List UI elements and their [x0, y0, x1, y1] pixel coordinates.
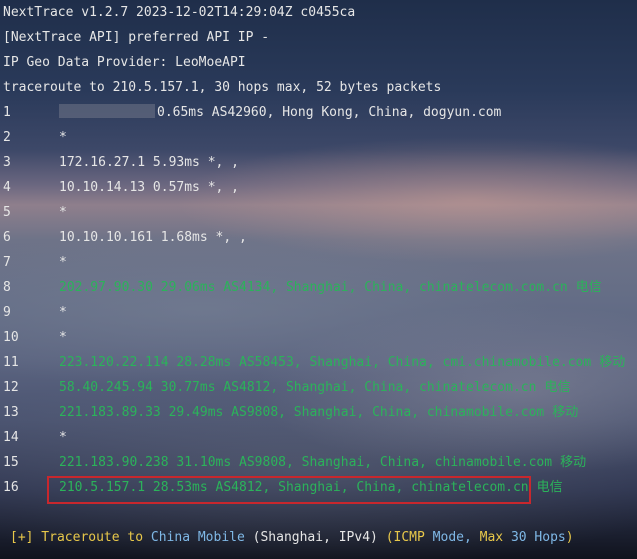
hop-row: 14 *	[3, 429, 623, 447]
hop-number: 13	[3, 405, 19, 420]
hop-row: 1 0.65ms AS42960, Hong Kong, China, dogyu…	[3, 104, 623, 122]
summary-max: Max	[471, 530, 511, 545]
trace-summary-line: [+] Traceroute to China Mobile (Shanghai…	[10, 529, 574, 547]
hop-info: 172.16.27.1 5.93ms *, ,	[59, 155, 240, 170]
hop-detail: 221.183.90.238 31.10ms AS9808, Shanghai,…	[59, 454, 586, 472]
hop-info: *	[59, 430, 67, 445]
hop-info: *	[59, 205, 67, 220]
hop-number: 7	[3, 255, 11, 270]
hop-number: 16	[3, 480, 19, 495]
summary-mode-open: (ICMP	[385, 530, 433, 545]
carrier-label: 电信	[536, 480, 563, 495]
hop-row: 8 202.97.90.30 29.06ms AS4134, Shanghai, …	[3, 279, 623, 297]
summary-mode-word: Mode,	[432, 530, 472, 545]
hop-info: 10.10.14.13 0.57ms *, ,	[59, 180, 240, 195]
hop-detail: 10.10.10.161 1.68ms *, ,	[59, 229, 247, 247]
hop-row: 9 *	[3, 304, 623, 322]
hop-detail: 223.120.22.114 28.28ms AS58453, Shanghai…	[59, 354, 625, 372]
hop-row: 6 10.10.10.161 1.68ms *, ,	[3, 229, 623, 247]
redacted-ip-mask	[59, 104, 155, 118]
hop-detail: 10.10.14.13 0.57ms *, ,	[59, 179, 239, 197]
carrier-label: 移动	[599, 355, 626, 370]
traceroute-line: traceroute to 210.5.157.1, 30 hops max, …	[3, 80, 442, 95]
summary-text: Traceroute to	[33, 530, 151, 545]
hop-detail: 202.97.90.30 29.06ms AS4134, Shanghai, C…	[59, 279, 602, 297]
hop-info: 221.183.89.33 29.49ms AS9808, Shanghai, …	[59, 405, 545, 420]
carrier-label: 移动	[552, 405, 579, 420]
hop-row: 10 *	[3, 329, 623, 347]
hop-detail: *	[59, 204, 67, 222]
hop-number: 1	[3, 105, 11, 120]
hop-info: *	[59, 305, 67, 320]
summary-prefix: [+]	[10, 530, 34, 545]
hop-number: 3	[3, 155, 11, 170]
summary-close: )	[565, 530, 574, 545]
hop-row: 2 *	[3, 129, 623, 147]
version-line: NextTrace v1.2.7 2023-12-02T14:29:04Z c0…	[3, 5, 356, 20]
api-line: [NextTrace API] preferred API IP -	[3, 30, 270, 45]
hop-detail: 221.183.89.33 29.49ms AS9808, Shanghai, …	[59, 404, 578, 422]
geo-provider-line: IP Geo Data Provider: LeoMoeAPI	[3, 55, 246, 70]
hop-number: 15	[3, 455, 19, 470]
hop-row: 4 10.10.14.13 0.57ms *, ,	[3, 179, 623, 197]
hop-info: *	[59, 255, 67, 270]
hop-info: 221.183.90.238 31.10ms AS9808, Shanghai,…	[59, 455, 553, 470]
hop-info: 10.10.10.161 1.68ms *, ,	[59, 230, 247, 245]
hop-number: 5	[3, 205, 11, 220]
hop-row: 5 *	[3, 204, 623, 222]
hop-info: 202.97.90.30 29.06ms AS4134, Shanghai, C…	[59, 280, 568, 295]
hop-info: 0.65ms AS42960, Hong Kong, China, dogyun…	[157, 105, 502, 120]
hop-number: 4	[3, 180, 11, 195]
hop-number: 14	[3, 430, 19, 445]
hop-number: 2	[3, 130, 11, 145]
hop-detail: *	[59, 129, 67, 147]
summary-location: (Shanghai, IPv4)	[244, 530, 386, 545]
hop-detail: 58.40.245.94 30.77ms AS4812, Shanghai, C…	[59, 379, 570, 397]
highlight-box-final-hop	[47, 476, 531, 504]
hop-detail: 0.65ms AS42960, Hong Kong, China, dogyun…	[59, 104, 501, 122]
hop-detail: *	[59, 304, 67, 322]
carrier-label: 移动	[560, 455, 587, 470]
hop-detail: *	[59, 254, 67, 272]
hop-row: 11 223.120.22.114 28.28ms AS58453, Shangh…	[3, 354, 625, 372]
hop-number: 8	[3, 280, 11, 295]
terminal-window: NextTrace v1.2.7 2023-12-02T14:29:04Z c0…	[0, 0, 637, 559]
hop-info: 58.40.245.94 30.77ms AS4812, Shanghai, C…	[59, 380, 537, 395]
hop-row: 13 221.183.89.33 29.49ms AS9808, Shanghai…	[3, 404, 623, 422]
summary-target: China Mobile	[150, 530, 245, 545]
hop-detail: *	[59, 329, 67, 347]
hop-row: 3 172.16.27.1 5.93ms *, ,	[3, 154, 623, 172]
hop-number: 10	[3, 330, 19, 345]
hop-info: *	[59, 330, 67, 345]
hop-row: 7 *	[3, 254, 623, 272]
hop-row: 12 58.40.245.94 30.77ms AS4812, Shanghai,…	[3, 379, 623, 397]
summary-max-hops: 30 Hops	[510, 530, 566, 545]
hop-info: *	[59, 130, 67, 145]
hop-row: 15 221.183.90.238 31.10ms AS9808, Shangha…	[3, 454, 623, 472]
hop-number: 6	[3, 230, 11, 245]
hop-detail: 172.16.27.1 5.93ms *, ,	[59, 154, 239, 172]
hop-info: 223.120.22.114 28.28ms AS58453, Shanghai…	[59, 355, 592, 370]
carrier-label: 电信	[544, 380, 571, 395]
hop-number: 11	[3, 355, 19, 370]
hop-number: 12	[3, 380, 19, 395]
hop-number: 9	[3, 305, 11, 320]
carrier-label: 电信	[575, 280, 602, 295]
hop-detail: *	[59, 429, 67, 447]
